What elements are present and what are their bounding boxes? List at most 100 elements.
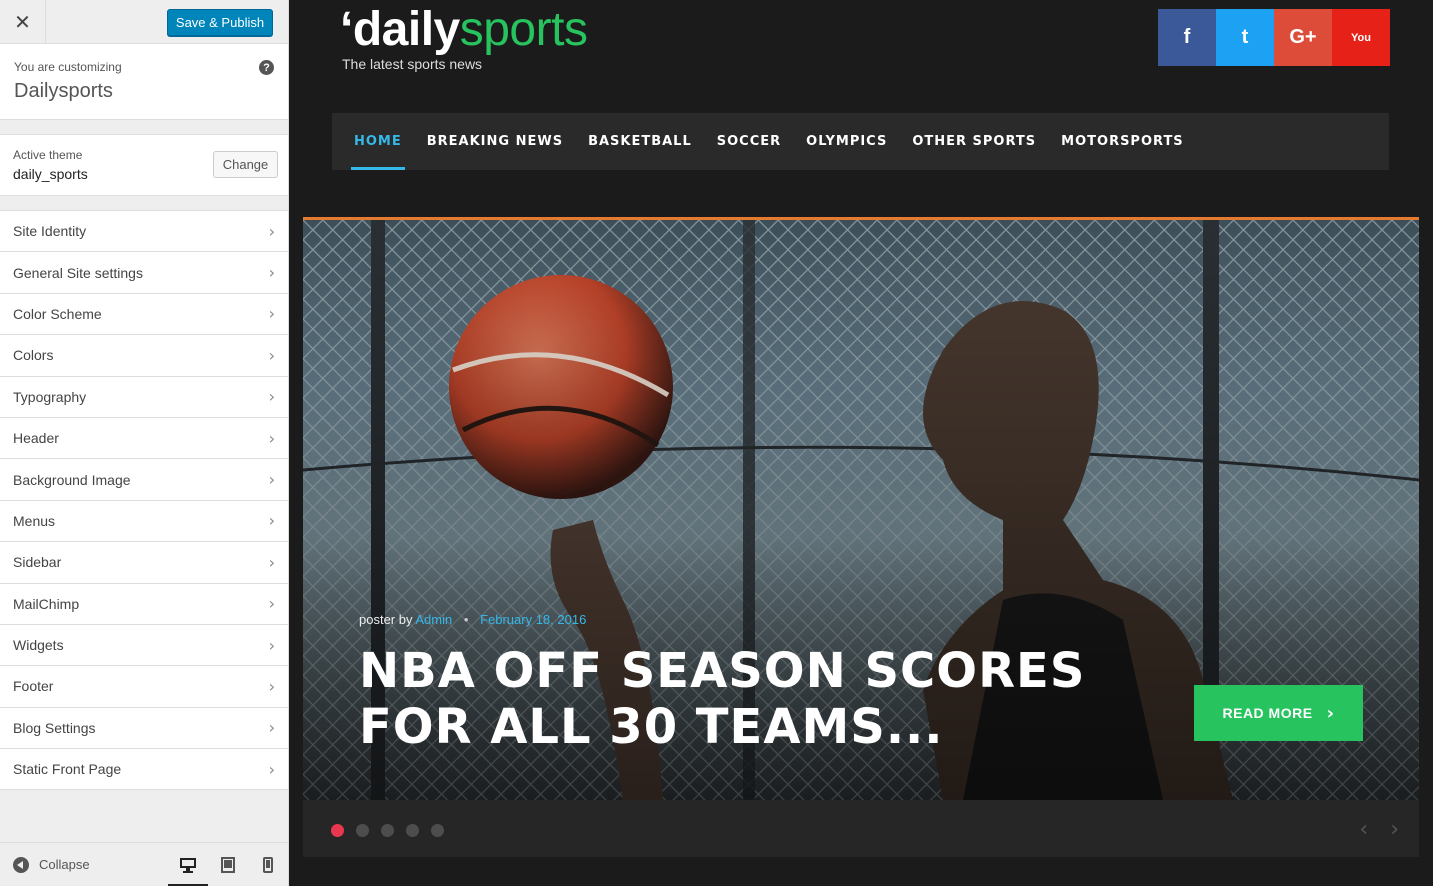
- site-name: Dailysports: [14, 80, 113, 102]
- section-widgets[interactable]: Widgets ›: [0, 624, 288, 667]
- author-link[interactable]: Admin: [415, 612, 452, 627]
- nav-item-soccer[interactable]: SOCCER: [717, 113, 781, 170]
- prev-arrow-icon[interactable]: ‹: [1359, 817, 1368, 842]
- nav-item-motorsports[interactable]: MOTORSPORTS: [1061, 113, 1184, 170]
- chevron-right-icon: ›: [1326, 702, 1335, 724]
- save-publish-button[interactable]: Save & Publish: [167, 9, 273, 36]
- section-header[interactable]: Header ›: [0, 417, 288, 460]
- chevron-right-icon: ›: [268, 428, 275, 448]
- mobile-preview-button[interactable]: [248, 843, 288, 886]
- site-preview: ‘dailysports The latest sports news f t G+…: [289, 0, 1433, 886]
- nav-item-olympics[interactable]: OLYMPICS: [806, 113, 887, 170]
- section-color-scheme[interactable]: Color Scheme ›: [0, 293, 288, 336]
- facebook-icon[interactable]: f: [1158, 9, 1216, 66]
- slider-arrows: ‹ ›: [1337, 817, 1399, 842]
- chevron-right-icon: ›: [268, 676, 275, 696]
- meta-separator: •: [463, 612, 469, 627]
- collapse-label: Collapse: [39, 857, 90, 872]
- section-static-front-page[interactable]: Static Front Page ›: [0, 749, 288, 791]
- chevron-right-icon: ›: [268, 470, 275, 490]
- read-more-button[interactable]: READ MORE ›: [1194, 685, 1363, 741]
- slider-dot[interactable]: [431, 824, 444, 837]
- next-arrow-icon[interactable]: ›: [1390, 817, 1399, 842]
- close-icon[interactable]: ✕: [0, 0, 46, 44]
- section-label: Blog Settings: [13, 719, 96, 736]
- customizer-footer: Collapse: [0, 842, 288, 886]
- section-label: Static Front Page: [13, 761, 122, 778]
- section-typography[interactable]: Typography ›: [0, 376, 288, 418]
- section-site-identity[interactable]: Site Identity ›: [0, 211, 288, 253]
- youtube-icon[interactable]: You: [1332, 9, 1390, 66]
- slide-image: poster by Admin • February 18, 2016 NBA …: [303, 220, 1419, 800]
- logo-quote: ‘: [340, 3, 353, 56]
- slider-dot[interactable]: [406, 824, 419, 837]
- slide-headline[interactable]: NBA OFF SEASON SCORES FOR ALL 30 TEAMS..…: [359, 643, 1179, 755]
- customizing-info: You are customizing Dailysports ?: [0, 44, 288, 120]
- chevron-right-icon: ›: [268, 345, 275, 365]
- section-label: Background Image: [13, 471, 131, 488]
- divider: [0, 120, 288, 134]
- chevron-right-icon: ›: [268, 718, 275, 738]
- chevron-right-icon: ›: [268, 221, 275, 241]
- logo-sports: sports: [459, 3, 588, 56]
- featured-slider: poster by Admin • February 18, 2016 NBA …: [303, 217, 1419, 857]
- collapse-button[interactable]: Collapse: [0, 856, 168, 873]
- section-label: Colors: [13, 347, 54, 364]
- chevron-right-icon: ›: [268, 635, 275, 655]
- nav-item-other-sports[interactable]: OTHER SPORTS: [912, 113, 1036, 170]
- chevron-right-icon: ›: [268, 552, 275, 572]
- section-menus[interactable]: Menus ›: [0, 500, 288, 543]
- google-plus-icon[interactable]: G+: [1274, 9, 1332, 66]
- section-label: General Site settings: [13, 264, 143, 281]
- section-label: Menus: [13, 512, 56, 529]
- change-theme-button[interactable]: Change: [213, 151, 278, 178]
- slider-dot[interactable]: [381, 824, 394, 837]
- section-colors[interactable]: Colors ›: [0, 335, 288, 377]
- site-logo[interactable]: ‘dailysports: [340, 2, 588, 57]
- section-label: Widgets: [13, 637, 64, 654]
- section-blog-settings[interactable]: Blog Settings ›: [0, 707, 288, 750]
- section-background-image[interactable]: Background Image ›: [0, 459, 288, 501]
- section-label: Site Identity: [13, 223, 87, 240]
- section-label: Footer: [13, 678, 54, 695]
- chevron-right-icon: ›: [268, 304, 275, 324]
- slider-dots: [331, 824, 456, 837]
- chevron-right-icon: ›: [268, 263, 275, 283]
- chevron-right-icon: ›: [268, 387, 275, 407]
- customizing-label: You are customizing: [14, 60, 122, 74]
- chevron-right-icon: ›: [268, 759, 275, 779]
- collapse-icon: [13, 856, 29, 873]
- slider-dot[interactable]: [331, 824, 344, 837]
- section-sidebar[interactable]: Sidebar ›: [0, 542, 288, 584]
- section-label: Color Scheme: [13, 305, 102, 322]
- logo-daily: daily: [352, 3, 460, 56]
- main-navigation: HOME BREAKING NEWS BASKETBALL SOCCER OLYMPIC…: [332, 113, 1389, 170]
- chevron-right-icon: ›: [268, 594, 275, 614]
- twitter-icon[interactable]: t: [1216, 9, 1274, 66]
- section-footer[interactable]: Footer ›: [0, 666, 288, 708]
- nav-item-basketball[interactable]: BASKETBALL: [588, 113, 692, 170]
- help-icon[interactable]: ?: [259, 60, 274, 75]
- nav-item-breaking-news[interactable]: BREAKING NEWS: [427, 113, 563, 170]
- read-more-label: READ MORE: [1222, 705, 1313, 721]
- poster-prefix: poster by: [359, 612, 413, 627]
- chevron-right-icon: ›: [268, 511, 275, 531]
- section-label: Typography: [13, 388, 87, 405]
- nav-item-home[interactable]: HOME: [351, 113, 405, 170]
- mobile-icon: [263, 856, 273, 873]
- slider-dot[interactable]: [356, 824, 369, 837]
- tablet-preview-button[interactable]: [208, 843, 248, 886]
- customizer-header: ✕ Save & Publish: [0, 0, 288, 44]
- section-general-site-settings[interactable]: General Site settings ›: [0, 252, 288, 294]
- active-theme-section: Active theme daily_sports Change: [0, 134, 288, 196]
- section-label: Header: [13, 430, 59, 447]
- section-label: MailChimp: [13, 595, 80, 612]
- date-link[interactable]: February 18, 2016: [480, 612, 586, 627]
- social-links: f t G+ You: [1158, 9, 1390, 66]
- desktop-preview-button[interactable]: [168, 843, 208, 886]
- section-mailchimp[interactable]: MailChimp ›: [0, 583, 288, 625]
- desktop-icon: [180, 857, 196, 873]
- site-tagline: The latest sports news: [342, 56, 483, 72]
- section-list: Site Identity › General Site settings › Colo…: [0, 210, 288, 791]
- post-meta: poster by Admin • February 18, 2016: [359, 612, 586, 627]
